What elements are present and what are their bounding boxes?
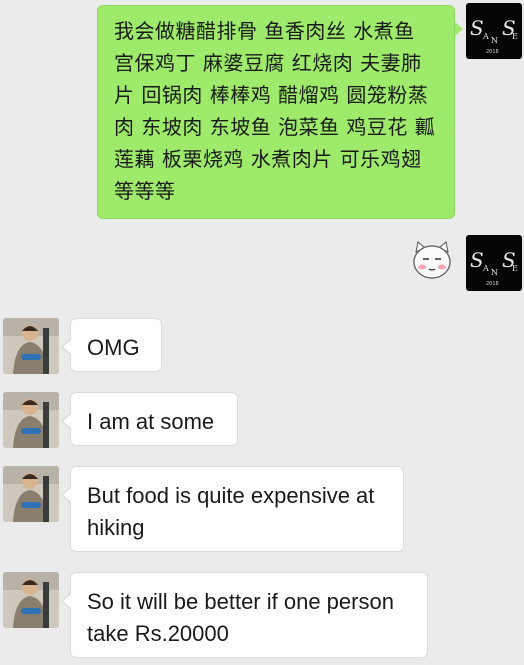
message-text: 我会做糖醋排骨 鱼香肉丝 水煮鱼 宫保鸡丁 麻婆豆腐 红烧肉 夫妻肺片 回锅肉 … [114,19,436,203]
received-message-bubble[interactable]: I am at some [70,392,238,446]
bubble-tail [63,414,71,428]
svg-text:N: N [491,36,498,45]
received-message-bubble[interactable]: But food is quite expensive at hiking [70,466,404,552]
received-message-bubble[interactable]: So it will be better if one person take … [70,572,428,658]
svg-text:2018: 2018 [486,49,499,55]
svg-text:E: E [512,32,518,41]
bubble-tail [455,22,463,36]
contact-avatar[interactable] [3,466,59,522]
svg-text:S: S [470,16,484,40]
svg-text:E: E [512,264,518,273]
message-text: OMG [87,335,140,360]
self-avatar[interactable]: S A N S E 2018 [466,3,522,59]
self-avatar[interactable]: S A N S E 2018 [466,235,522,291]
signature-logo: S A N S E 2018 [470,248,518,287]
person-photo-icon [3,572,59,628]
svg-text:N: N [491,268,498,277]
contact-avatar[interactable] [3,392,59,448]
sent-message-bubble[interactable]: 我会做糖醋排骨 鱼香肉丝 水煮鱼 宫保鸡丁 麻婆豆腐 红烧肉 夫妻肺片 回锅肉 … [97,5,455,219]
received-message-bubble[interactable]: OMG [70,318,162,372]
signature-logo: S A N S E 2018 [470,16,518,55]
bubble-tail [63,594,71,608]
contact-avatar[interactable] [3,572,59,628]
person-photo-icon [3,318,59,374]
person-photo-icon [3,466,59,522]
svg-text:2018: 2018 [486,281,499,287]
cat-face-sticker[interactable] [410,238,454,282]
contact-avatar[interactable] [3,318,59,374]
bubble-tail [63,340,71,354]
message-text: I am at some [87,409,215,434]
svg-text:A: A [482,32,489,41]
svg-text:A: A [482,264,489,273]
bubble-tail [63,488,71,502]
message-text: So it will be better if one person take … [87,589,394,646]
svg-text:S: S [470,248,484,272]
message-text: But food is quite expensive at hiking [87,483,375,540]
person-photo-icon [3,392,59,448]
